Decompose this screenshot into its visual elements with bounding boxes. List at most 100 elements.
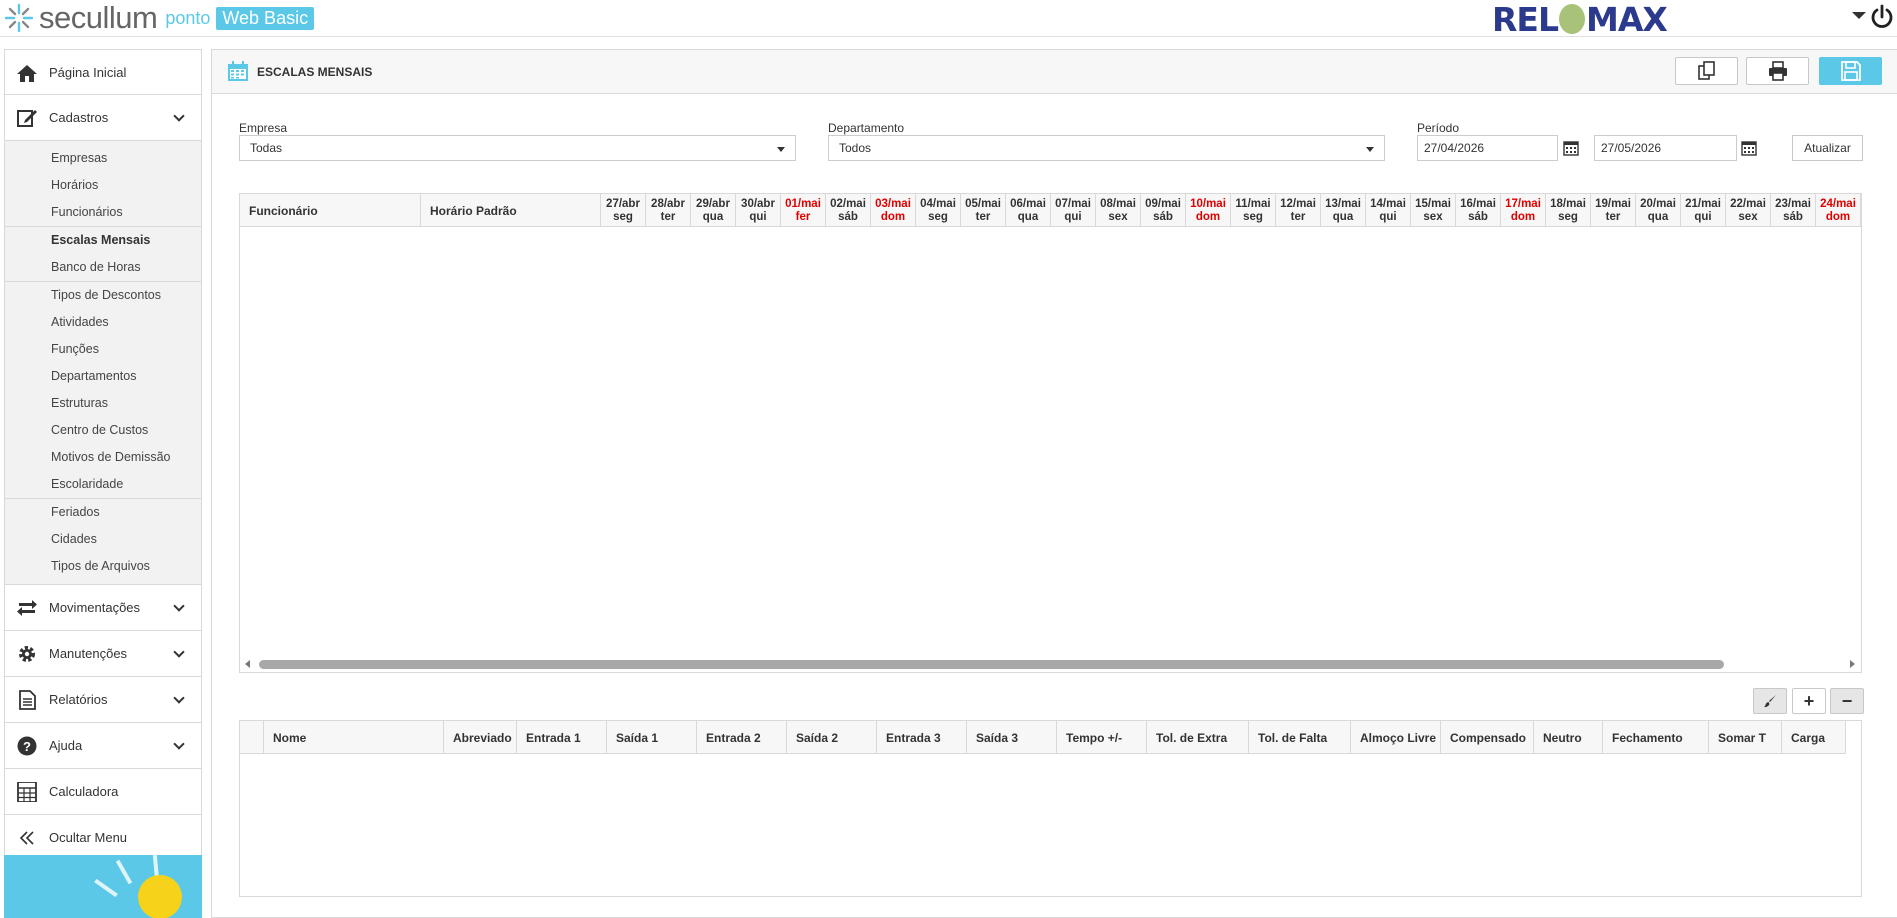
save-button[interactable] bbox=[1819, 57, 1882, 85]
col-saida-1[interactable]: Saída 1 bbox=[607, 721, 697, 754]
day-column-header[interactable]: 29/abr qua bbox=[691, 194, 736, 227]
col-saida-2[interactable]: Saída 2 bbox=[787, 721, 877, 754]
sidebar-subitem-atividades[interactable]: Atividades bbox=[5, 309, 201, 336]
col-funcionario[interactable]: Funcionário bbox=[240, 194, 421, 227]
user-dropdown-caret-icon[interactable] bbox=[1852, 12, 1866, 19]
col-fechamento[interactable]: Fechamento bbox=[1603, 721, 1709, 754]
day-column-header[interactable]: 10/mai dom bbox=[1186, 194, 1231, 227]
sidebar-subitem-motivos-de-demissao[interactable]: Motivos de Demissão bbox=[5, 444, 201, 471]
day-column-header[interactable]: 18/mai seg bbox=[1546, 194, 1591, 227]
sidebar-subitem-cidades[interactable]: Cidades bbox=[5, 526, 201, 553]
day-column-header[interactable]: 13/mai qua bbox=[1321, 194, 1366, 227]
copy-button[interactable] bbox=[1675, 57, 1738, 85]
day-column-header[interactable]: 08/mai sex bbox=[1096, 194, 1141, 227]
sidebar-subitem-empresas[interactable]: Empresas bbox=[5, 145, 201, 172]
day-column-header[interactable]: 23/mai sáb bbox=[1771, 194, 1816, 227]
day-column-header[interactable]: 30/abr qui bbox=[736, 194, 781, 227]
calendar-icon[interactable] bbox=[1741, 140, 1757, 156]
day-column-header[interactable]: 21/mai qui bbox=[1681, 194, 1726, 227]
atualizar-button[interactable]: Atualizar bbox=[1792, 135, 1863, 161]
col-carga[interactable]: Carga bbox=[1782, 721, 1861, 754]
sidebar-subitem-banco-de-horas[interactable]: Banco de Horas bbox=[5, 254, 201, 281]
day-column-header[interactable]: 15/mai sex bbox=[1411, 194, 1456, 227]
departamento-label: Departamento bbox=[828, 121, 905, 135]
transfer-icon bbox=[17, 600, 37, 616]
sidebar-subitem-tipos-de-descontos[interactable]: Tipos de Descontos bbox=[5, 282, 201, 309]
chevron-down-icon bbox=[173, 692, 185, 704]
col-saida-3[interactable]: Saída 3 bbox=[967, 721, 1057, 754]
day-column-header[interactable]: 04/mai seg bbox=[916, 194, 961, 227]
col-abreviado[interactable]: Abreviado bbox=[444, 721, 517, 754]
day-weekday-label: qua bbox=[1332, 211, 1354, 223]
day-column-header[interactable]: 24/mai dom bbox=[1816, 194, 1861, 227]
promo-banner[interactable] bbox=[4, 855, 202, 918]
day-column-header[interactable]: 06/mai qua bbox=[1006, 194, 1051, 227]
sidebar-subitem-estruturas[interactable]: Estruturas bbox=[5, 390, 201, 417]
sidebar-subitem-feriados[interactable]: Feriados bbox=[5, 499, 201, 526]
sidebar-subitem-departamentos[interactable]: Departamentos bbox=[5, 363, 201, 390]
day-column-header[interactable]: 05/mai ter bbox=[961, 194, 1006, 227]
sidebar-subitem-horarios[interactable]: Horários bbox=[5, 172, 201, 199]
sidebar-subitem-tipos-de-arquivos[interactable]: Tipos de Arquivos bbox=[5, 553, 201, 580]
empresa-select[interactable]: Todas bbox=[239, 135, 796, 161]
day-column-header[interactable]: 11/mai seg bbox=[1231, 194, 1276, 227]
remove-row-button[interactable]: − bbox=[1830, 688, 1864, 714]
sidebar-subitem-escolaridade[interactable]: Escolaridade bbox=[5, 471, 201, 498]
day-column-header[interactable]: 22/mai sex bbox=[1726, 194, 1771, 227]
day-column-header[interactable]: 01/mai fer bbox=[781, 194, 826, 227]
day-weekday-label: qua bbox=[1017, 211, 1039, 223]
add-row-button[interactable]: + bbox=[1792, 688, 1826, 714]
col-tempo[interactable]: Tempo +/- bbox=[1057, 721, 1147, 754]
col-compensado[interactable]: Compensado bbox=[1441, 721, 1534, 754]
day-column-header[interactable]: 27/abr seg bbox=[601, 194, 646, 227]
sidebar-subitem-funcoes[interactable]: Funções bbox=[5, 336, 201, 363]
sidebar-subitem-centro-de-custos[interactable]: Centro de Custos bbox=[5, 417, 201, 444]
brush-button[interactable] bbox=[1753, 688, 1787, 714]
calendar-icon[interactable] bbox=[1563, 140, 1579, 156]
day-column-header[interactable]: 07/mai qui bbox=[1051, 194, 1096, 227]
sidebar-item-calculadora[interactable]: Calculadora bbox=[4, 769, 202, 815]
periodo-label: Período bbox=[1417, 121, 1460, 135]
day-date-label: 13/mai bbox=[1325, 198, 1361, 210]
sidebar-subitem-escalas-mensais[interactable]: Escalas Mensais bbox=[5, 227, 201, 254]
sidebar-subitem-funcionarios[interactable]: Funcionários bbox=[5, 199, 201, 226]
day-column-header[interactable]: 17/mai dom bbox=[1501, 194, 1546, 227]
date-from-input[interactable]: 27/04/2026 bbox=[1417, 135, 1558, 161]
col-entrada-2[interactable]: Entrada 2 bbox=[697, 721, 787, 754]
power-icon[interactable] bbox=[1870, 4, 1894, 30]
print-button[interactable] bbox=[1746, 57, 1809, 85]
col-tol-de-extra[interactable]: Tol. de Extra bbox=[1147, 721, 1249, 754]
col-almoco-livre[interactable]: Almoço Livre bbox=[1351, 721, 1441, 754]
sidebar-item-manutencoes[interactable]: Manutenções bbox=[4, 631, 202, 677]
day-column-header[interactable]: 20/mai qua bbox=[1636, 194, 1681, 227]
col-tol-de-falta[interactable]: Tol. de Falta bbox=[1249, 721, 1351, 754]
day-column-header[interactable]: 12/mai ter bbox=[1276, 194, 1321, 227]
scroll-right-icon[interactable] bbox=[1850, 660, 1855, 668]
horizontal-scrollbar[interactable] bbox=[240, 655, 1861, 672]
date-to-input[interactable]: 27/05/2026 bbox=[1594, 135, 1737, 161]
sidebar-item-relatorios[interactable]: Relatórios bbox=[4, 677, 202, 723]
sidebar-item-pagina-inicial[interactable]: Página Inicial bbox=[4, 49, 202, 95]
day-column-header[interactable]: 28/abr ter bbox=[646, 194, 691, 227]
sidebar-item-cadastros[interactable]: Cadastros bbox=[4, 95, 202, 141]
col-selector[interactable] bbox=[240, 721, 264, 754]
col-horario-padrao[interactable]: Horário Padrão bbox=[421, 194, 601, 227]
sidebar-item-movimentacoes[interactable]: Movimentações bbox=[4, 585, 202, 631]
day-column-header[interactable]: 14/mai qui bbox=[1366, 194, 1411, 227]
day-column-header[interactable]: 16/mai sáb bbox=[1456, 194, 1501, 227]
scroll-left-icon[interactable] bbox=[245, 660, 250, 668]
day-column-header[interactable]: 02/mai sáb bbox=[826, 194, 871, 227]
brand-logo[interactable]: secullum ponto Web Basic bbox=[4, 0, 315, 36]
col-neutro[interactable]: Neutro bbox=[1534, 721, 1603, 754]
col-entrada-3[interactable]: Entrada 3 bbox=[877, 721, 967, 754]
col-entrada-1[interactable]: Entrada 1 bbox=[517, 721, 607, 754]
scrollbar-thumb[interactable] bbox=[259, 660, 1724, 669]
day-column-header[interactable]: 19/mai ter bbox=[1591, 194, 1636, 227]
chevron-down-icon bbox=[173, 646, 185, 658]
col-nome[interactable]: Nome bbox=[264, 721, 444, 754]
day-column-header[interactable]: 03/mai dom bbox=[871, 194, 916, 227]
sidebar-item-ajuda[interactable]: ? Ajuda bbox=[4, 723, 202, 769]
col-somar-t[interactable]: Somar T bbox=[1709, 721, 1782, 754]
departamento-select[interactable]: Todos bbox=[828, 135, 1385, 161]
day-column-header[interactable]: 09/mai sáb bbox=[1141, 194, 1186, 227]
